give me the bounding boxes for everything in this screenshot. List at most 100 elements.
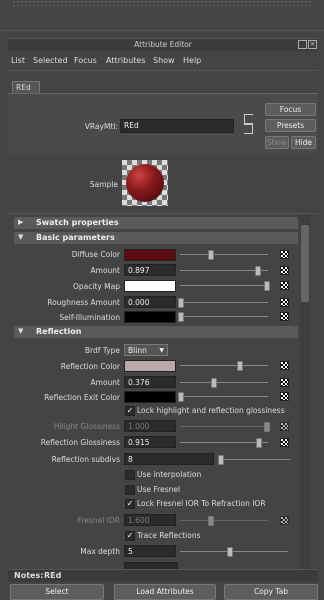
reflection-color-slider-knob[interactable] (237, 361, 243, 371)
trace-reflections-label: Trace Reflections (137, 531, 201, 540)
menu-help[interactable]: Help (183, 56, 201, 65)
trace-reflections-checkbox[interactable]: ✓ (125, 531, 135, 541)
opacity-slider-knob[interactable] (264, 281, 270, 291)
opacity-map-button[interactable] (280, 281, 289, 290)
reflection-glossiness-map-button[interactable] (280, 438, 289, 447)
roughness-slider[interactable] (180, 302, 268, 303)
amount-slider-knob[interactable] (255, 266, 261, 276)
opacity-slider[interactable] (180, 285, 268, 286)
next-row-partial (124, 562, 178, 569)
menu-selected[interactable]: Selected (33, 56, 68, 65)
opacity-map-label: Opacity Map (72, 282, 120, 291)
lock-fresnel-ior-checkbox[interactable]: ✓ (125, 499, 135, 509)
reflection-subdivs-slider-knob[interactable] (218, 455, 224, 465)
self-illumination-label: Self-Illumination (59, 313, 120, 322)
copy-tab-button[interactable]: Copy Tab (224, 584, 318, 600)
self-illumination-map-button[interactable] (280, 312, 289, 321)
reflection-amount-input[interactable]: 0.376 (124, 376, 176, 388)
amount-label: Amount (90, 266, 120, 275)
notes-value[interactable]: REd (44, 571, 61, 580)
section-swatch-properties[interactable]: ▶ Swatch properties (14, 217, 298, 229)
diffuse-map-button[interactable] (280, 250, 289, 259)
self-illumination-slider[interactable] (180, 316, 268, 317)
reflection-amount-map-button[interactable] (280, 378, 289, 387)
diffuse-color-swatch[interactable] (124, 249, 176, 261)
hide-button[interactable]: Hide (291, 136, 316, 149)
use-fresnel-label: Use Fresnel (137, 485, 181, 494)
input-connect-icon[interactable] (244, 114, 253, 124)
amount-input[interactable]: 0.897 (124, 264, 176, 276)
node-name-input[interactable]: REd (120, 119, 234, 133)
amount-map-button[interactable] (280, 266, 289, 275)
collapsed-arrow-icon: ▶ (18, 218, 24, 226)
use-fresnel-checkbox[interactable] (125, 485, 135, 495)
reflection-color-slider[interactable] (180, 365, 268, 366)
self-illumination-slider-knob[interactable] (178, 312, 184, 322)
float-window-icon[interactable] (298, 40, 307, 49)
show-button[interactable]: Show (265, 136, 289, 149)
section-title: Swatch properties (36, 218, 119, 227)
roughness-slider-knob[interactable] (178, 298, 184, 308)
reflection-exit-slider-knob[interactable] (178, 392, 184, 402)
fresnel-ior-map-button[interactable] (280, 516, 289, 525)
menu-divider (8, 70, 318, 71)
select-button[interactable]: Select (10, 584, 104, 600)
brdf-type-select[interactable]: Blinn ▼ (124, 344, 168, 356)
lock-highlight-label: Lock highlight and reflection glossiness (137, 406, 285, 415)
reflection-amount-slider[interactable] (180, 382, 268, 383)
brdf-type-value: Blinn (128, 346, 147, 355)
reflection-glossiness-input[interactable]: 0.915 (124, 436, 176, 448)
fresnel-ior-input[interactable]: 1.600 (124, 514, 176, 526)
chevron-down-icon: ▼ (159, 347, 164, 354)
max-depth-slider-knob[interactable] (227, 547, 233, 557)
reflection-exit-map-button[interactable] (280, 392, 289, 401)
max-depth-input[interactable]: 5 (124, 545, 176, 557)
menu-focus[interactable]: Focus (74, 56, 97, 65)
presets-button[interactable]: Presets (265, 119, 316, 132)
tab-label: REd (16, 83, 31, 92)
scrollbar-thumb[interactable] (301, 225, 309, 302)
section-basic-parameters[interactable]: ▼ Basic parameters (14, 232, 298, 244)
diffuse-slider[interactable] (180, 254, 268, 255)
max-depth-slider[interactable] (180, 551, 288, 552)
self-illumination-swatch[interactable] (124, 311, 176, 323)
reflection-subdivs-slider[interactable] (218, 459, 290, 460)
reflection-amount-label: Amount (90, 378, 120, 387)
reflection-color-swatch[interactable] (124, 360, 176, 372)
hilight-glossiness-map-button[interactable] (280, 422, 289, 431)
top-divider (0, 30, 324, 31)
focus-button[interactable]: Focus (265, 103, 316, 116)
menu-show[interactable]: Show (153, 56, 175, 65)
diffuse-slider-knob[interactable] (208, 250, 214, 260)
roughness-input[interactable]: 0.000 (124, 296, 176, 308)
opacity-color-swatch[interactable] (124, 280, 176, 292)
menu-list[interactable]: List (11, 56, 25, 65)
reflection-exit-color-swatch[interactable] (124, 391, 176, 403)
section-reflection[interactable]: ▼ Reflection (14, 326, 298, 338)
reflection-color-map-button[interactable] (280, 361, 289, 370)
reflection-amount-slider-knob[interactable] (211, 378, 217, 388)
reflection-glossiness-slider[interactable] (180, 442, 268, 443)
hilight-glossiness-input[interactable]: 1.000 (124, 420, 176, 432)
fresnel-ior-slider[interactable] (180, 520, 268, 521)
menu-attributes[interactable]: Attributes (106, 56, 146, 65)
use-interpolation-checkbox[interactable] (125, 470, 135, 480)
reflection-exit-slider[interactable] (180, 396, 268, 397)
reflection-glossiness-label: Reflection Glossiness (40, 438, 120, 447)
fresnel-ior-label: Fresnel IOR (77, 516, 120, 525)
roughness-map-button[interactable] (280, 298, 289, 307)
lock-highlight-checkbox[interactable]: ✓ (125, 406, 135, 416)
section-title: Basic parameters (36, 233, 115, 242)
reflection-subdivs-label: Reflection subdivs (51, 455, 120, 464)
hilight-glossiness-slider-knob[interactable] (264, 422, 270, 432)
output-connect-icon[interactable] (244, 124, 253, 134)
sample-swatch[interactable] (122, 160, 168, 206)
fresnel-ior-slider-knob[interactable] (208, 516, 214, 526)
reflection-glossiness-slider-knob[interactable] (256, 438, 262, 448)
expanded-arrow-icon: ▼ (18, 233, 24, 241)
reflection-subdivs-input[interactable]: 8 (124, 453, 214, 465)
hilight-glossiness-slider[interactable] (180, 426, 268, 427)
load-attributes-button[interactable]: Load Attributes (114, 584, 216, 600)
section-title: Reflection (36, 327, 82, 336)
close-window-icon[interactable]: × (308, 40, 317, 49)
